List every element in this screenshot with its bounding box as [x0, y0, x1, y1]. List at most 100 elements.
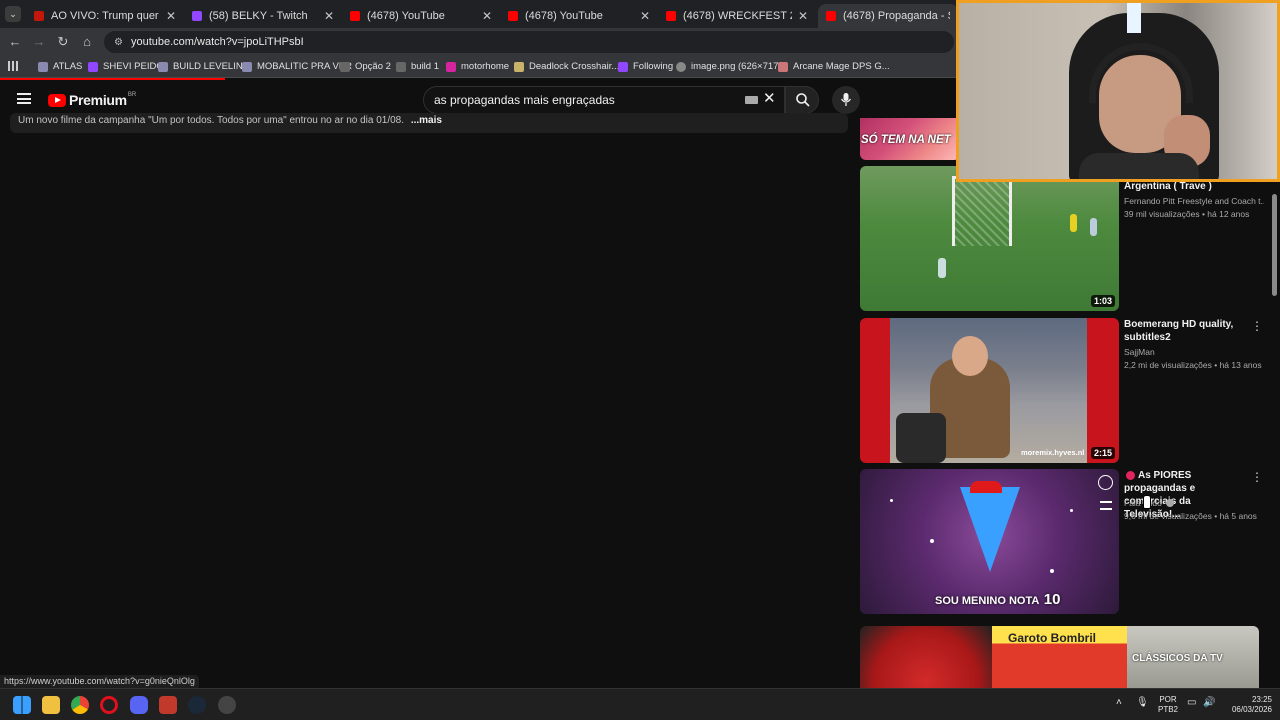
tab-5[interactable]: (4678) WRECKFEST 2 - Gamepla ✕: [658, 4, 816, 28]
thumb-overlay-text: Garoto Bombril: [1008, 631, 1097, 645]
microphone-tray-icon[interactable]: 🎙: [1136, 698, 1149, 708]
keyboard-layout: PTB2: [1157, 705, 1178, 714]
video-thumbnail[interactable]: SOU MENINO NOTA 10: [860, 469, 1119, 614]
chrome-icon[interactable]: [71, 696, 89, 714]
youtube-play-icon: [48, 93, 66, 107]
tab-3[interactable]: (4678) YouTube ✕: [342, 4, 500, 28]
clock[interactable]: 23:25 06/03/2026: [1222, 695, 1272, 715]
reload-icon[interactable]: ↻: [54, 33, 72, 51]
clear-search-icon[interactable]: ✕: [763, 89, 776, 107]
thumb-watermark: moremix.hyves.nl: [1021, 448, 1085, 457]
watch-later-icon[interactable]: [1098, 475, 1113, 490]
scrollbar-thumb[interactable]: [1272, 194, 1277, 296]
add-to-queue-icon[interactable]: [1100, 501, 1112, 510]
player-figure: [1070, 214, 1077, 232]
webcam-light: [1127, 3, 1141, 33]
opera-icon[interactable]: [100, 696, 118, 714]
bookmark-build-leveling[interactable]: BUILD LEVELING: [158, 61, 250, 72]
person-head: [952, 336, 988, 376]
bookmark-label: BUILD LEVELING: [173, 61, 251, 72]
video-channel[interactable]: Fernando Pitt Freestyle and Coach t...: [1124, 195, 1264, 207]
bookmark-label: image.png (626×717): [691, 61, 782, 72]
youtube-logo[interactable]: Premium BR: [48, 92, 136, 108]
close-icon[interactable]: ✕: [482, 9, 492, 23]
twitch-icon: [88, 61, 98, 72]
language-indicator[interactable]: POR PTB2: [1156, 695, 1180, 715]
bookmark-label: SHEVI PEIDO: [103, 61, 164, 72]
network-icon[interactable]: ▭: [1187, 698, 1196, 708]
tab-1[interactable]: AO VIVO: Trump quer 'rendição ✕: [26, 4, 184, 28]
video-channel[interactable]: SajjMan: [1124, 346, 1155, 358]
apps-grid-icon[interactable]: [8, 61, 18, 71]
bookmark-opcao-2[interactable]: Opção 2: [340, 61, 391, 72]
bookmark-image-png[interactable]: image.png (626×717): [676, 61, 782, 72]
twitch-favicon-icon: [192, 11, 202, 21]
webcam-shirt: [1079, 153, 1199, 179]
tab-label: (4678) YouTube: [525, 10, 603, 22]
more-options-icon[interactable]: ⋮: [1251, 319, 1263, 333]
more-options-icon[interactable]: ⋮: [1251, 470, 1263, 484]
video-duration: 2:15: [1090, 447, 1115, 459]
home-icon[interactable]: ⌂: [78, 33, 96, 51]
status-bar-link: https://www.youtube.com/watch?v=g0nieQnl…: [0, 675, 199, 688]
sparkle: [890, 499, 893, 502]
video-thumbnail-partial[interactable]: SÓ TEM NA NET: [860, 118, 960, 160]
search-input[interactable]: as propagandas mais engraçadas: [423, 86, 785, 114]
obs-icon[interactable]: [218, 696, 236, 714]
close-icon[interactable]: ✕: [798, 9, 808, 23]
description-more-link[interactable]: ...mais: [411, 115, 442, 126]
thumb-caption-text: SOU MENINO NOTA: [935, 595, 1040, 607]
file-explorer-icon[interactable]: [42, 696, 60, 714]
thumb-panel: [860, 626, 992, 688]
video-thumbnail-partial[interactable]: Garoto Bombril CLÁSSICOS DA TV: [860, 626, 1259, 688]
mixer-icon[interactable]: [159, 696, 177, 714]
g1-favicon-icon: [34, 11, 44, 21]
tab-label: (4678) Propaganda - Skol - Tub: [843, 10, 950, 22]
bookmark-motorhome[interactable]: motorhome: [446, 61, 509, 72]
globe-icon: [676, 61, 686, 72]
wand-icon: [778, 61, 788, 72]
menu-icon[interactable]: [17, 93, 31, 104]
volume-icon[interactable]: 🔊: [1203, 698, 1215, 708]
bookmark-label: ATLAS: [53, 61, 83, 72]
tab-4[interactable]: (4678) YouTube ✕: [500, 4, 658, 28]
clock-time: 23:25: [1251, 695, 1272, 704]
youtube-favicon-icon: [350, 11, 360, 21]
tab-search-icon[interactable]: ⌄: [5, 6, 21, 22]
windows-start-icon[interactable]: [13, 696, 31, 714]
bookmark-label: Opção 2: [355, 61, 391, 72]
site-info-icon[interactable]: ⚙: [114, 37, 123, 48]
bookmark-mobalitic[interactable]: MOBALITIC PRA VER: [242, 61, 352, 72]
forward-arrow-icon[interactable]: →: [30, 33, 48, 51]
keyboard-icon[interactable]: [745, 96, 758, 104]
bookmark-arcane-mage[interactable]: Arcane Mage DPS G...: [778, 61, 890, 72]
chair-figure: [896, 413, 946, 463]
video-title[interactable]: Boemerang HD quality, subtitles2: [1124, 318, 1239, 344]
bookmark-build-1[interactable]: build 1: [396, 61, 439, 72]
voice-search-button[interactable]: [832, 86, 860, 114]
video-thumbnail[interactable]: moremix.hyves.nl 2:15: [860, 318, 1119, 463]
tab-2[interactable]: (58) BELKY - Twitch ✕: [184, 4, 342, 28]
bookmark-atlas[interactable]: ATLAS: [38, 61, 82, 72]
video-meta: 2,2 mi de visualizações • há 13 anos: [1124, 360, 1262, 370]
shield-icon: [158, 61, 168, 72]
steam-icon[interactable]: [188, 696, 206, 714]
bookmark-following[interactable]: Following: [618, 61, 673, 72]
tab-6-active[interactable]: (4678) Propaganda - Skol - Tub: [818, 4, 958, 28]
close-icon[interactable]: ✕: [324, 9, 334, 23]
tray-chevron-icon[interactable]: ˄: [1116, 698, 1122, 708]
url-text: youtube.com/watch?v=jpoLiTHPsbI: [130, 36, 304, 48]
video-thumbnail[interactable]: 1:03: [860, 166, 1119, 311]
bookmark-deadlock[interactable]: Deadlock Crosshair...: [514, 61, 619, 72]
bookmark-shevi-peido[interactable]: SHEVI PEIDO: [88, 61, 164, 72]
video-description[interactable]: Um novo filme da campanha "Um por todos.…: [10, 113, 848, 133]
thumb-caption-number: 10: [1043, 591, 1061, 608]
close-icon[interactable]: ✕: [166, 9, 176, 23]
logo-text: Premium: [69, 92, 127, 108]
search-button[interactable]: [785, 86, 819, 114]
discord-icon[interactable]: [130, 696, 148, 714]
back-arrow-icon[interactable]: ←: [6, 33, 24, 51]
bookmark-label: Deadlock Crosshair...: [529, 61, 620, 72]
close-icon[interactable]: ✕: [640, 9, 650, 23]
address-bar[interactable]: ⚙ youtube.com/watch?v=jpoLiTHPsbI: [104, 31, 954, 53]
